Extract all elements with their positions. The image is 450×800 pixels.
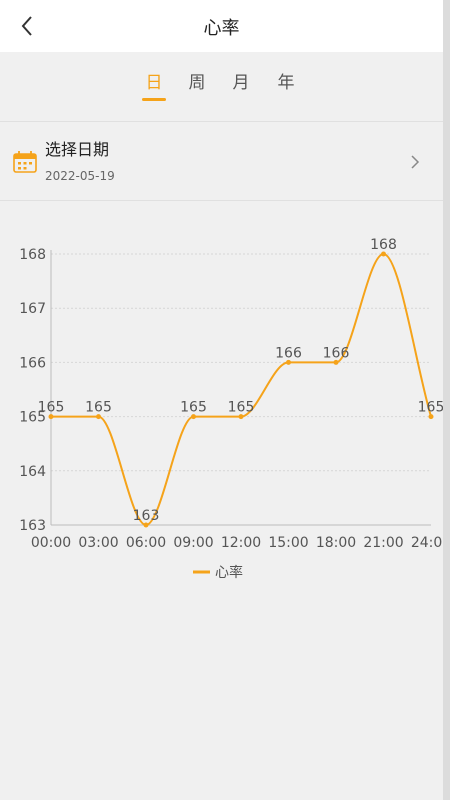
x-tick-label: 09:00 [173,535,213,551]
y-tick-label: 168 [19,247,46,263]
data-label: 165 [38,400,65,416]
date-picker-row[interactable]: 选择日期 2022-05-19 [0,123,443,201]
x-tick-label: 03:00 [78,535,118,551]
legend-label: 心率 [215,564,243,581]
data-label: 165 [228,400,255,416]
page-title: 心率 [203,18,240,39]
active-tab-indicator [142,98,166,101]
screen: 心率 日 周 月 年 选择日期 2022-05-19 163 164 165 166 1… [0,0,443,800]
data-label: 166 [323,345,350,361]
tab-month[interactable]: 月 [226,68,256,93]
data-label: 165 [180,400,207,416]
tab-day[interactable]: 日 [139,68,169,93]
calendar-icon [13,151,37,173]
data-label: 163 [133,508,160,524]
heart-rate-chart: 163 164 165 166 167 168 00:00 03:00 06:00 09:00 12… [19,237,443,581]
data-label: 166 [275,345,302,361]
chevron-right-icon [411,155,420,169]
tab-year[interactable]: 年 [271,68,301,93]
period-tabs: 日 周 月 年 [0,52,443,122]
x-tick-label: 00:00 [31,535,71,551]
x-tick-label: 24:00 [411,535,443,551]
y-tick-label: 167 [19,301,46,317]
window-edge [443,0,450,800]
x-tick-label: 18:00 [316,535,356,551]
x-tick-label: 12:00 [221,535,261,551]
date-picker-label: 选择日期 [45,140,110,159]
series-line [51,252,432,527]
y-tick-label: 166 [19,355,46,371]
data-label: 165 [418,400,443,416]
y-tick-label: 163 [19,518,46,534]
x-tick-label: 06:00 [126,535,166,551]
data-label: 168 [370,237,397,253]
app-header: 心率 [0,0,443,52]
selected-date: 2022-05-19 [45,169,115,183]
y-tick-label: 164 [19,464,46,480]
data-label: 165 [85,400,112,416]
x-tick-label: 21:00 [363,535,403,551]
tab-week[interactable]: 周 [182,68,212,93]
x-tick-label: 15:00 [268,535,308,551]
